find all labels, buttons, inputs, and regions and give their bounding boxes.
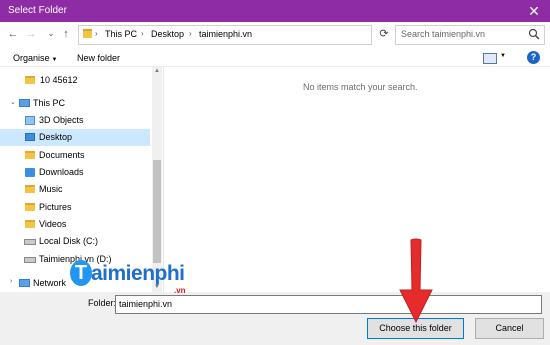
tree-item-label: 10 45612 bbox=[40, 75, 78, 85]
breadcrumb-separator: › bbox=[141, 29, 144, 38]
back-button[interactable]: ← bbox=[6, 27, 20, 41]
drive-icon bbox=[24, 239, 36, 245]
tree-item-label: Videos bbox=[39, 219, 67, 229]
breadcrumb-separator: › bbox=[95, 29, 98, 38]
search-placeholder: Search taimienphi.vn bbox=[401, 29, 486, 39]
tree-item-pictures[interactable]: Pictures bbox=[0, 199, 150, 216]
folder-icon bbox=[83, 29, 92, 38]
forward-button[interactable]: → bbox=[24, 27, 38, 41]
annotation-arrow-icon bbox=[399, 238, 433, 324]
tree-item-desktop[interactable]: Desktop bbox=[0, 129, 150, 146]
tree-item-local-disk-c[interactable]: Local Disk (C:) bbox=[0, 233, 150, 250]
folder-icon bbox=[25, 76, 35, 84]
organise-caret-icon: ▼ bbox=[51, 57, 58, 63]
refresh-icon[interactable]: ⟳ bbox=[376, 26, 392, 42]
navigation-pane: 10 45612 ⌄ This PC 3D Objects Desktop Do… bbox=[0, 67, 163, 292]
tree-item-label: Downloads bbox=[39, 167, 84, 177]
3d-objects-icon bbox=[25, 116, 35, 125]
tree-item-3d-objects[interactable]: 3D Objects bbox=[0, 112, 150, 129]
tree-item-music[interactable]: Music bbox=[0, 181, 150, 198]
tree-item-label: Documents bbox=[39, 150, 85, 160]
tree-item-10-45612[interactable]: 10 45612 bbox=[0, 72, 150, 89]
tree-item-label: Pictures bbox=[39, 202, 72, 212]
computer-icon bbox=[19, 99, 30, 107]
breadcrumb-separator: › bbox=[189, 29, 192, 38]
tree-item-this-pc[interactable]: ⌄ This PC bbox=[0, 95, 150, 112]
address-bar[interactable]: › This PC › Desktop › taimienphi.vn ⌄ bbox=[78, 25, 440, 45]
expand-chevron-icon[interactable]: › bbox=[10, 278, 12, 285]
watermark-text: aimienphi bbox=[91, 262, 185, 285]
window-title: Select Folder bbox=[8, 5, 67, 16]
view-options-icon[interactable] bbox=[483, 53, 497, 64]
close-icon[interactable]: ✕ bbox=[524, 2, 544, 20]
view-caret-icon[interactable]: ▼ bbox=[500, 53, 506, 59]
tree-item-documents[interactable]: Documents bbox=[0, 147, 150, 164]
organise-label: Organise bbox=[13, 53, 50, 63]
search-input[interactable]: Search taimienphi.vn bbox=[395, 25, 545, 45]
watermark-t-letter: T bbox=[70, 260, 92, 286]
tree-item-label: This PC bbox=[33, 98, 66, 108]
scrollbar-thumb[interactable] bbox=[153, 160, 161, 263]
tree-item-downloads[interactable]: Downloads bbox=[0, 164, 150, 181]
empty-results-message: No items match your search. bbox=[303, 82, 418, 92]
scroll-up-icon[interactable]: ▲ bbox=[152, 68, 162, 74]
organise-button[interactable]: Organise ▼ bbox=[13, 53, 57, 63]
folder-name-value: taimienphi.vn bbox=[119, 299, 173, 309]
tree-item-videos[interactable]: Videos bbox=[0, 216, 150, 233]
title-bar: Select Folder ✕ bbox=[0, 0, 550, 22]
downloads-icon bbox=[25, 168, 35, 177]
recent-locations-dropdown[interactable]: ⌄ bbox=[44, 26, 58, 40]
new-folder-button[interactable]: New folder bbox=[77, 53, 120, 63]
cancel-button[interactable]: Cancel bbox=[475, 318, 544, 339]
collapse-chevron-icon[interactable]: ⌄ bbox=[10, 98, 16, 106]
help-icon[interactable]: ? bbox=[527, 51, 540, 64]
pane-divider[interactable] bbox=[163, 67, 164, 292]
pictures-icon bbox=[25, 203, 35, 211]
breadcrumb-taimienphi[interactable]: taimienphi.vn bbox=[199, 29, 252, 39]
tree-item-label: Network bbox=[33, 278, 67, 288]
network-icon bbox=[19, 279, 30, 287]
tree-item-label: Desktop bbox=[39, 132, 73, 142]
breadcrumb-this-pc[interactable]: This PC bbox=[105, 29, 137, 39]
up-button[interactable]: ↑ bbox=[59, 27, 73, 41]
music-icon bbox=[25, 185, 35, 193]
breadcrumb-desktop[interactable]: Desktop bbox=[151, 29, 184, 39]
tree-item-label: Music bbox=[39, 184, 63, 194]
documents-icon bbox=[25, 151, 35, 159]
videos-icon bbox=[25, 220, 35, 228]
tree-item-label: 3D Objects bbox=[39, 115, 84, 125]
watermark-suffix: .vn bbox=[174, 286, 186, 295]
search-icon[interactable] bbox=[528, 28, 540, 40]
drive-icon bbox=[24, 257, 36, 263]
folder-name-input[interactable]: taimienphi.vn bbox=[115, 295, 542, 314]
tree-item-label: Local Disk (C:) bbox=[39, 236, 99, 246]
desktop-folder-icon bbox=[25, 133, 35, 141]
folder-label: Folder: bbox=[88, 298, 117, 308]
